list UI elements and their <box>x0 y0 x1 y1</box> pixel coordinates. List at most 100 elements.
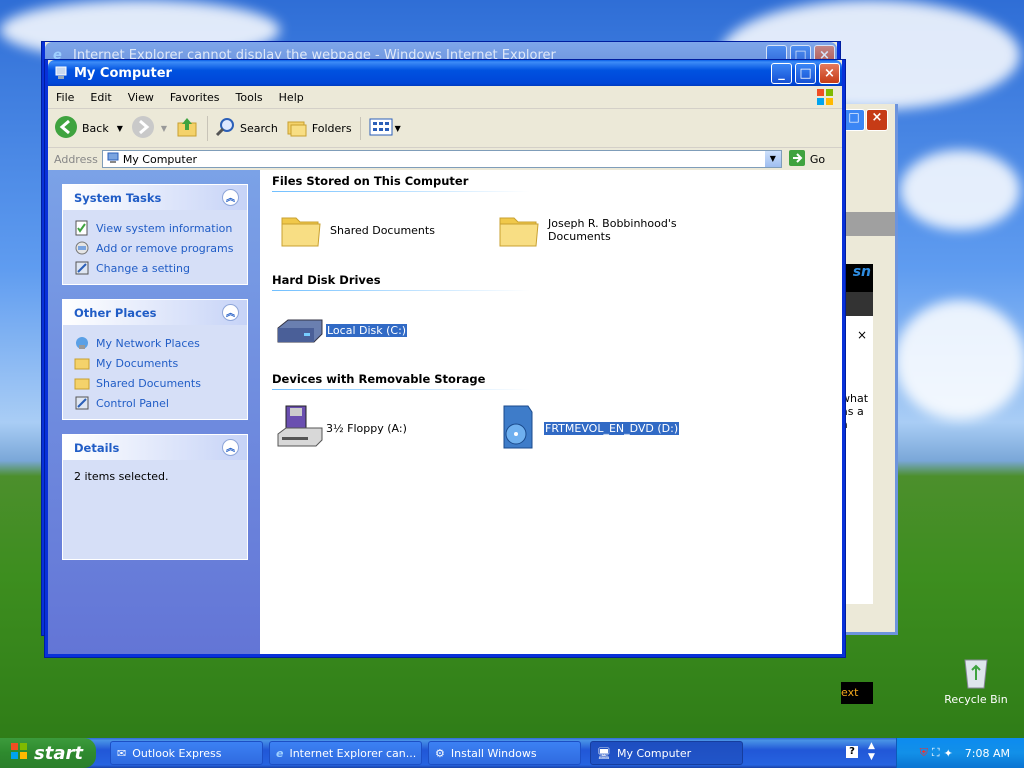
item-label: 3½ Floppy (A:) <box>326 421 407 435</box>
text-line: a <box>841 418 868 431</box>
file-view: Files Stored on This Computer Shared Doc… <box>260 170 842 654</box>
control-panel-icon <box>74 395 90 411</box>
task-label: Add or remove programs <box>96 241 234 255</box>
views-dropdown-icon[interactable]: ▼ <box>395 124 401 133</box>
text-line: as a <box>841 405 864 418</box>
views-button[interactable]: ▼ <box>359 116 401 140</box>
minimize-button[interactable]: _ <box>771 63 792 84</box>
clock[interactable]: 7:08 AM <box>965 747 1010 760</box>
floppy-item[interactable]: 3½ Floppy (A:) <box>274 404 407 452</box>
collapse-chevron-icon[interactable]: ︽ <box>222 189 239 206</box>
maximize-icon[interactable]: □ <box>843 109 865 131</box>
menu-file[interactable]: File <box>48 91 82 104</box>
taskbar-my-computer[interactable]: 🖥 My Computer <box>590 741 743 765</box>
folders-button[interactable]: Folders <box>286 116 352 141</box>
go-button[interactable]: Go <box>788 149 825 170</box>
place-my-documents[interactable]: My Documents <box>74 353 236 373</box>
panel-header[interactable]: System Tasks ︽ <box>63 185 247 210</box>
back-dropdown-icon[interactable]: ▼ <box>117 124 123 133</box>
control-panel-icon <box>74 260 90 276</box>
section-header-hdd: Hard Disk Drives <box>272 273 381 287</box>
forward-dropdown-icon[interactable]: ▼ <box>161 124 167 133</box>
maximize-button[interactable]: □ <box>795 63 816 84</box>
close-icon[interactable]: × <box>866 109 888 131</box>
search-icon <box>214 116 236 141</box>
dvd-disc-icon <box>492 404 540 452</box>
taskbar-button-label: Outlook Express <box>132 746 222 760</box>
computer-icon: 🖥 <box>597 746 611 760</box>
panel-header[interactable]: Other Places ︽ <box>63 300 247 325</box>
msn-logo: sn <box>841 264 873 292</box>
search-button[interactable]: Search <box>207 115 278 141</box>
shared-documents-item[interactable]: Shared Documents <box>278 206 435 254</box>
menu-edit[interactable]: Edit <box>82 91 119 104</box>
other-places-panel: Other Places ︽ My Network Places My Docu… <box>62 299 248 420</box>
up-button[interactable] <box>175 115 199 142</box>
help-icon[interactable]: ? <box>846 746 858 758</box>
recycle-bin-icon <box>959 659 993 693</box>
computer-icon <box>107 152 119 167</box>
taskbar-scroll-icon[interactable]: ▲ ▼ <box>868 741 875 763</box>
taskbar-install-windows[interactable]: ⚙ Install Windows <box>428 741 581 765</box>
ie-toolbar-strip <box>841 212 895 236</box>
windows-flag-icon <box>816 88 834 109</box>
section-divider <box>272 389 530 390</box>
window-titlebar[interactable]: My Computer _ □ × <box>48 60 842 86</box>
address-input[interactable]: My Computer ▼ <box>101 150 782 168</box>
system-info-icon <box>74 220 90 236</box>
folder-icon <box>74 355 90 371</box>
next-button[interactable]: ext <box>841 682 873 704</box>
my-computer-window[interactable]: My Computer _ □ × File Edit View Favorit… <box>45 60 845 657</box>
hard-disk-icon <box>274 306 323 354</box>
windows-flag-icon <box>10 742 28 765</box>
taskbar-internet-explorer[interactable]: e Internet Explorer can... <box>269 741 422 765</box>
task-label: View system information <box>96 221 233 235</box>
start-button[interactable]: start <box>0 738 96 768</box>
menu-favorites[interactable]: Favorites <box>162 91 228 104</box>
close-button[interactable]: × <box>819 63 840 84</box>
item-label: Shared Documents <box>330 223 435 237</box>
folder-icon <box>496 206 544 254</box>
recycle-bin-label: Recycle Bin <box>944 693 1008 706</box>
network-icon[interactable]: ⛶ <box>932 746 940 760</box>
task-view-system-info[interactable]: View system information <box>74 218 236 238</box>
details-panel: Details ︽ 2 items selected. <box>62 434 248 560</box>
panel-header[interactable]: Details ︽ <box>63 435 247 460</box>
local-disk-item[interactable]: Local Disk (C:) <box>274 306 409 354</box>
menu-view[interactable]: View <box>120 91 162 104</box>
ie-page-fragment: sn × what as a a ext <box>841 264 873 704</box>
recycle-bin-desktop-icon[interactable]: Recycle Bin <box>944 656 1008 706</box>
taskbar-button-label: Install Windows <box>450 746 537 760</box>
address-bar: Address My Computer ▼ Go <box>48 148 842 171</box>
back-button[interactable]: Back ▼ <box>54 115 123 142</box>
computer-icon <box>54 66 68 80</box>
ie-text-fragment: what as a a <box>841 392 868 431</box>
task-add-remove-programs[interactable]: Add or remove programs <box>74 238 236 258</box>
start-label: start <box>34 742 83 764</box>
task-change-setting[interactable]: Change a setting <box>74 258 236 278</box>
address-value: My Computer <box>122 152 197 166</box>
collapse-chevron-icon[interactable]: ︽ <box>222 439 239 456</box>
menu-help[interactable]: Help <box>271 91 312 104</box>
forward-button[interactable]: ▼ <box>131 115 167 142</box>
collapse-chevron-icon[interactable]: ︽ <box>222 304 239 321</box>
floppy-drive-icon <box>274 404 323 452</box>
item-label: FRTMEVOL_EN_DVD (D:) <box>542 420 681 436</box>
user-documents-item[interactable]: Joseph R. Bobbinhood's Documents <box>496 206 678 254</box>
toolbar: Back ▼ ▼ Search Folders ▼ <box>48 109 842 148</box>
security-shield-icon[interactable]: ⛨ <box>920 746 928 760</box>
address-dropdown-icon[interactable]: ▼ <box>764 151 781 167</box>
update-icon[interactable]: ✦ <box>944 747 953 760</box>
menu-tools[interactable]: Tools <box>228 91 271 104</box>
ie-close-x[interactable]: × <box>857 328 867 342</box>
place-label: Control Panel <box>96 396 169 410</box>
ie-icon: e <box>276 746 284 760</box>
menu-bar: File Edit View Favorites Tools Help <box>48 86 842 109</box>
place-shared-documents[interactable]: Shared Documents <box>74 373 236 393</box>
dvd-drive-item[interactable]: FRTMEVOL_EN_DVD (D:) <box>492 404 681 452</box>
place-my-network-places[interactable]: My Network Places <box>74 333 236 353</box>
ie-window-right-fragment[interactable]: □ × sn × what as a a ext <box>838 104 898 704</box>
taskbar-outlook-express[interactable]: ✉ Outlook Express <box>110 741 263 765</box>
place-control-panel[interactable]: Control Panel <box>74 393 236 413</box>
folders-label: Folders <box>311 121 352 135</box>
